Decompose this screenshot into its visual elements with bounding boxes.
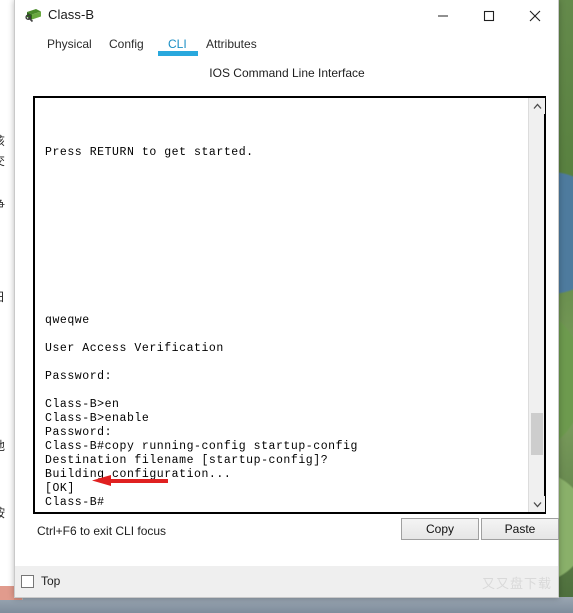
copy-button[interactable]: Copy (401, 518, 479, 540)
bg-glyph: 交 (0, 152, 5, 169)
tab-attributes[interactable]: Attributes (204, 32, 259, 51)
tab-bar: Physical Config CLI Attributes (15, 32, 558, 58)
desktop-taskbar[interactable] (0, 597, 573, 613)
title-bar[interactable]: Class-B (15, 0, 558, 32)
tab-config[interactable]: Config (107, 32, 146, 51)
switch-icon (25, 7, 42, 24)
tab-config-label: Config (109, 37, 144, 51)
paste-button[interactable]: Paste (481, 518, 559, 540)
bg-glyph: 他 (0, 437, 5, 454)
panel-title: IOS Command Line Interface (209, 66, 365, 80)
bg-glyph: 日 (0, 288, 5, 305)
terminal-line: qweqwe (45, 314, 90, 327)
terminal-line: Class-B>enable (45, 412, 150, 425)
chevron-up-icon (533, 103, 541, 109)
terminal-line: User Access Verification (45, 342, 224, 355)
terminal-line: Building configuration... (45, 468, 232, 481)
minimize-icon (438, 15, 448, 16)
bottom-bar: Top 又又盘下载 (15, 566, 558, 597)
chevron-down-icon (533, 501, 541, 507)
terminal-line: Destination filename [startup-config]? (45, 454, 329, 467)
scrollbar-thumb[interactable] (531, 413, 543, 456)
cli-focus-hint: Ctrl+F6 to exit CLI focus (37, 524, 167, 538)
device-window: Class-B Physical Config CLI Attributes I… (14, 0, 559, 598)
copy-button-label: Copy (425, 522, 454, 536)
bg-glyph: 争 (0, 196, 5, 213)
close-button[interactable] (512, 0, 558, 31)
terminal-line: Class-B# (45, 496, 105, 509)
window-title: Class-B (48, 7, 95, 22)
minimize-button[interactable] (420, 0, 466, 31)
terminal-line: [OK] (45, 482, 75, 495)
terminal-line: Class-B#copy running-config startup-conf… (45, 440, 358, 453)
tab-physical-label: Physical (47, 37, 92, 51)
tab-cli[interactable]: CLI (158, 32, 198, 56)
terminal-lines: Press RETURN to get started. qweqwe User… (45, 104, 528, 510)
terminal-scrollbar[interactable] (528, 98, 545, 512)
tab-cli-label: CLI (168, 37, 187, 51)
bg-glyph: 该 (0, 132, 5, 149)
terminal-line: Password: (45, 370, 113, 383)
terminal-output[interactable]: Press RETURN to get started. qweqwe User… (35, 98, 528, 512)
maximize-button[interactable] (466, 0, 512, 31)
scroll-down-button[interactable] (529, 496, 545, 512)
screen: 该 交 争 日 他 按 Class-B (0, 0, 573, 613)
tab-attributes-label: Attributes (206, 37, 257, 51)
scroll-up-button[interactable] (529, 98, 545, 114)
terminal-line: Press RETURN to get started. (45, 146, 254, 159)
top-checkbox[interactable] (21, 575, 34, 588)
watermark: 又又盘下载 (481, 577, 552, 592)
bg-glyph: 按 (0, 504, 5, 521)
paste-button-label: Paste (504, 522, 536, 536)
close-icon (529, 10, 541, 21)
tab-physical[interactable]: Physical (45, 32, 94, 51)
terminal-container: Press RETURN to get started. qweqwe User… (33, 96, 546, 514)
maximize-icon (483, 10, 495, 21)
terminal-line: Class-B>en (45, 398, 120, 411)
top-checkbox-label[interactable]: Top (41, 574, 60, 588)
terminal-line: Password: (45, 426, 113, 439)
